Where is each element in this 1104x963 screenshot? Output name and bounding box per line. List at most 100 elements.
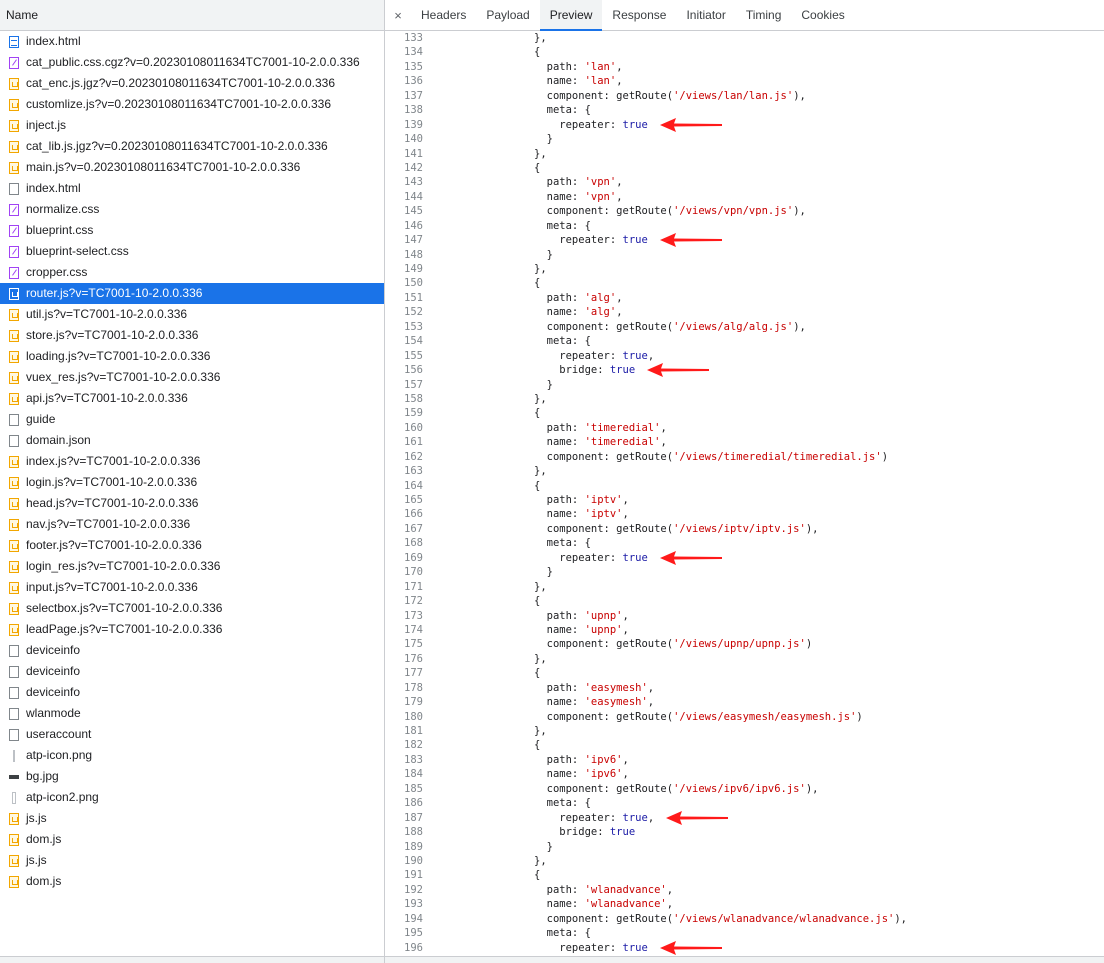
request-row[interactable]: login_res.js?v=TC7001-10-2.0.0.336 <box>0 556 384 577</box>
doc-file-icon <box>9 35 19 48</box>
tab-preview[interactable]: Preview <box>539 0 603 31</box>
tab-payload[interactable]: Payload <box>476 0 539 30</box>
request-name: nav.js?v=TC7001-10-2.0.0.336 <box>26 517 191 531</box>
line-number: 146 <box>404 219 423 232</box>
request-row[interactable]: dom.js <box>0 829 384 850</box>
tab-list: Headers Payload Preview Response Initiator Ti… <box>411 0 855 31</box>
request-name: store.js?v=TC7001-10-2.0.0.336 <box>26 328 199 342</box>
request-row[interactable]: cropper.css <box>0 262 384 283</box>
js-file-icon <box>9 287 19 300</box>
request-row[interactable]: blueprint.css <box>0 220 384 241</box>
line-number: 144 <box>404 190 423 203</box>
request-row[interactable]: router.js?v=TC7001-10-2.0.0.336 <box>0 283 384 304</box>
js-file-icon <box>9 140 19 153</box>
line-number: 136 <box>404 75 423 88</box>
code-line: 165 path: 'iptv', <box>385 493 1104 507</box>
request-row[interactable]: footer.js?v=TC7001-10-2.0.0.336 <box>0 535 384 556</box>
tab-initiator[interactable]: Initiator <box>676 0 735 30</box>
line-number: 195 <box>404 927 423 940</box>
request-row[interactable]: cat_lib.js.jgz?v=0.20230108011634TC7001-… <box>0 136 384 157</box>
request-row[interactable]: index.html <box>0 178 384 199</box>
request-row[interactable]: vuex_res.js?v=TC7001-10-2.0.0.336 <box>0 367 384 388</box>
request-row[interactable]: index.html <box>0 31 384 52</box>
line-number: 140 <box>404 133 423 146</box>
request-row[interactable]: deviceinfo <box>0 661 384 682</box>
code-line: 188 bridge: true <box>385 825 1104 839</box>
line-number: 193 <box>404 898 423 911</box>
code-line: 194 component: getRoute('/views/wlanadva… <box>385 912 1104 926</box>
code-line: 170 } <box>385 565 1104 579</box>
line-number: 196 <box>404 941 423 954</box>
request-row[interactable]: atp-icon.png <box>0 745 384 766</box>
request-row[interactable]: domain.json <box>0 430 384 451</box>
request-row[interactable]: api.js?v=TC7001-10-2.0.0.336 <box>0 388 384 409</box>
request-name: leadPage.js?v=TC7001-10-2.0.0.336 <box>26 622 223 636</box>
request-row[interactable]: deviceinfo <box>0 682 384 703</box>
code-line: 190}, <box>385 854 1104 868</box>
other-file-icon <box>9 686 19 699</box>
request-row[interactable]: head.js?v=TC7001-10-2.0.0.336 <box>0 493 384 514</box>
request-name: cropper.css <box>26 265 88 279</box>
line-number: 155 <box>404 349 423 362</box>
request-row[interactable]: blueprint-select.css <box>0 241 384 262</box>
code-text: bridge: true <box>534 826 636 839</box>
request-row[interactable]: customlize.js?v=0.20230108011634TC7001-1… <box>0 94 384 115</box>
request-row[interactable]: deviceinfo <box>0 640 384 661</box>
line-number: 172 <box>404 595 423 608</box>
code-text: { <box>534 407 541 420</box>
request-row[interactable]: js.js <box>0 808 384 829</box>
request-row[interactable]: guide <box>0 409 384 430</box>
tab-timing[interactable]: Timing <box>736 0 792 30</box>
css-file-icon <box>9 266 19 279</box>
request-name: dom.js <box>26 874 62 888</box>
close-panel-button[interactable]: × <box>385 0 411 30</box>
code-text: } <box>534 566 553 579</box>
code-line: 145 component: getRoute('/views/vpn/vpn.… <box>385 204 1104 218</box>
request-row[interactable]: index.js?v=TC7001-10-2.0.0.336 <box>0 451 384 472</box>
tab-response[interactable]: Response <box>602 0 676 30</box>
code-text: name: 'lan', <box>534 75 623 88</box>
network-status-bar <box>0 956 384 963</box>
line-number: 190 <box>404 854 423 867</box>
js-file-icon <box>9 539 19 552</box>
request-row[interactable]: cat_enc.js.jgz?v=0.20230108011634TC7001-… <box>0 73 384 94</box>
tab-cookies[interactable]: Cookies <box>791 0 854 30</box>
request-row[interactable]: store.js?v=TC7001-10-2.0.0.336 <box>0 325 384 346</box>
request-row[interactable]: useraccount <box>0 724 384 745</box>
name-column-header[interactable]: Name <box>0 0 384 31</box>
code-text: name: 'alg', <box>534 306 623 319</box>
code-text: meta: { <box>534 927 591 940</box>
request-row[interactable]: leadPage.js?v=TC7001-10-2.0.0.336 <box>0 619 384 640</box>
request-row[interactable]: inject.js <box>0 115 384 136</box>
js-file-icon <box>9 602 19 615</box>
request-name: index.js?v=TC7001-10-2.0.0.336 <box>26 454 201 468</box>
request-row[interactable]: nav.js?v=TC7001-10-2.0.0.336 <box>0 514 384 535</box>
js-file-icon <box>9 812 19 825</box>
request-row[interactable]: login.js?v=TC7001-10-2.0.0.336 <box>0 472 384 493</box>
js-file-icon <box>9 455 19 468</box>
code-text: }, <box>534 465 547 478</box>
other-file-icon <box>9 665 19 678</box>
code-line: 173 path: 'upnp', <box>385 609 1104 623</box>
request-row[interactable]: selectbox.js?v=TC7001-10-2.0.0.336 <box>0 598 384 619</box>
code-text: }, <box>534 580 547 593</box>
line-number: 181 <box>404 725 423 737</box>
code-text: { <box>534 161 541 174</box>
request-row[interactable]: wlanmode <box>0 703 384 724</box>
request-row[interactable]: cat_public.css.cgz?v=0.20230108011634TC7… <box>0 52 384 73</box>
request-row[interactable]: input.js?v=TC7001-10-2.0.0.336 <box>0 577 384 598</box>
line-number: 163 <box>404 465 423 478</box>
request-row[interactable]: util.js?v=TC7001-10-2.0.0.336 <box>0 304 384 325</box>
request-row[interactable]: bg.jpg <box>0 766 384 787</box>
request-row[interactable]: dom.js <box>0 871 384 892</box>
red-arrow-annotation-icon <box>659 941 722 956</box>
request-row[interactable]: atp-icon2.png <box>0 787 384 808</box>
request-row[interactable]: main.js?v=0.20230108011634TC7001-10-2.0.… <box>0 157 384 178</box>
request-row[interactable]: normalize.css <box>0 199 384 220</box>
red-arrow-annotation-icon <box>659 233 722 248</box>
tab-headers[interactable]: Headers <box>411 0 476 30</box>
request-row[interactable]: loading.js?v=TC7001-10-2.0.0.336 <box>0 346 384 367</box>
code-text: } <box>534 248 553 261</box>
request-row[interactable]: js.js <box>0 850 384 871</box>
line-number: 160 <box>404 421 423 434</box>
